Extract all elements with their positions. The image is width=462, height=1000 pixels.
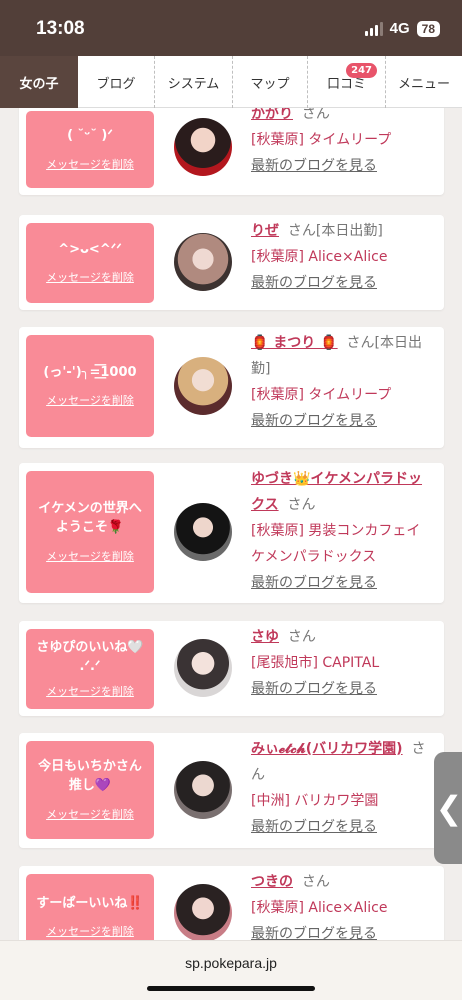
- battery-icon: 78: [416, 20, 440, 37]
- girl-name-link[interactable]: さゆ: [251, 629, 279, 645]
- reviews-count-badge: 247: [346, 63, 377, 78]
- shop-name: [中洲] バリカワ学園: [251, 792, 379, 809]
- girl-name-link[interactable]: りぜ: [251, 223, 279, 239]
- network-type: 4G: [389, 20, 410, 37]
- url-text: sp.pokepara.jp: [185, 955, 277, 971]
- card-info: りぜ さん[本日出勤] [秋葉原] Alice×Alice 最新のブログを見る: [251, 219, 433, 297]
- card-info: かがり さん [秋葉原] タイムリープ 最新のブログを見る: [251, 108, 433, 180]
- delete-message-link[interactable]: メッセージを削除: [46, 548, 134, 564]
- shop-name: [秋葉原] タイムリープ: [251, 386, 392, 403]
- nav-tab-blog[interactable]: ブログ: [78, 56, 155, 108]
- status-bar: 13:08 4G 78: [0, 0, 462, 56]
- list-item: イケメンの世界へようこそ🌹 メッセージを削除 ゆづき👑イケメンパラドックス さん…: [19, 463, 444, 603]
- side-drawer-tab[interactable]: ❮: [434, 752, 462, 864]
- message-box: すーぱーいいね‼️ メッセージを削除: [26, 874, 154, 940]
- shop-name: [秋葉原] タイムリープ: [251, 131, 392, 148]
- list-item: ^>ᴗ<^ᐟᐟ メッセージを削除 りぜ さん[本日出勤] [秋葉原] Alice…: [19, 215, 444, 310]
- card-info: みぃ𝓮𝓽𝓬𝓱(バリカワ学園) さん [中洲] バリカワ学園 最新のブログを見る: [251, 737, 433, 841]
- avatar[interactable]: [174, 118, 232, 176]
- list-item: さゆぴのいいね🤍 .ᐟ.ᐟ メッセージを削除 さゆ さん [尾張旭市] CAPI…: [19, 621, 444, 716]
- list-item: ( ˘ᵕ˘ )ᐟ メッセージを削除 かがり さん [秋葉原] タイムリープ 最新…: [19, 108, 444, 195]
- message-box: 今日もいちかさん推し💜 メッセージを削除: [26, 741, 154, 839]
- nav-tab-map[interactable]: マップ: [233, 56, 308, 108]
- card-info: さゆ さん [尾張旭市] CAPITAL 最新のブログを見る: [251, 625, 433, 703]
- shop-name: [秋葉原] Alice×Alice: [251, 899, 388, 916]
- delete-message-link[interactable]: メッセージを削除: [46, 269, 134, 285]
- list-item: すーぱーいいね‼️ メッセージを削除 つきの さん [秋葉原] Alice×Al…: [19, 866, 444, 940]
- avatar[interactable]: [174, 357, 232, 415]
- status-time: 13:08: [36, 18, 85, 39]
- delete-message-link[interactable]: メッセージを削除: [46, 923, 134, 939]
- list-item: (っ'-')╮=͟͟͞͞1000 メッセージを削除 🏮 まつり 🏮 さん[本日出…: [19, 327, 444, 448]
- browser-url-bar[interactable]: sp.pokepara.jp: [0, 940, 462, 1000]
- latest-blog-link[interactable]: 最新のブログを見る: [251, 571, 433, 597]
- nav-tab-system[interactable]: システム: [155, 56, 233, 108]
- shop-name: [秋葉原] 男装コンカフェイケメンパラドックス: [251, 522, 421, 565]
- signal-icon: [364, 21, 383, 36]
- message-box: ( ˘ᵕ˘ )ᐟ メッセージを削除: [26, 111, 154, 188]
- chevron-left-icon: ❮: [435, 789, 462, 827]
- delete-message-link[interactable]: メッセージを削除: [46, 156, 134, 172]
- status-indicators: 4G 78: [364, 20, 440, 37]
- latest-blog-link[interactable]: 最新のブログを見る: [251, 922, 433, 940]
- avatar[interactable]: [174, 639, 232, 697]
- latest-blog-link[interactable]: 最新のブログを見る: [251, 409, 433, 435]
- message-box: (っ'-')╮=͟͟͞͞1000 メッセージを削除: [26, 335, 154, 437]
- latest-blog-link[interactable]: 最新のブログを見る: [251, 271, 433, 297]
- message-box: イケメンの世界へようこそ🌹 メッセージを削除: [26, 471, 154, 593]
- nav-tab-menu[interactable]: メニュー: [386, 56, 462, 108]
- girl-name-link[interactable]: 🏮 まつり 🏮: [251, 335, 338, 351]
- card-info: つきの さん [秋葉原] Alice×Alice 最新のブログを見る: [251, 870, 433, 940]
- delete-message-link[interactable]: メッセージを削除: [46, 683, 134, 699]
- avatar[interactable]: [174, 884, 232, 940]
- nav-tab-reviews[interactable]: 口コミ 247: [308, 56, 386, 108]
- delete-message-link[interactable]: メッセージを削除: [46, 392, 134, 408]
- message-box: さゆぴのいいね🤍 .ᐟ.ᐟ メッセージを削除: [26, 629, 154, 709]
- shop-name: [尾張旭市] CAPITAL: [251, 654, 380, 671]
- girl-name-link[interactable]: ゆづき👑イケメンパラドックス: [251, 471, 422, 513]
- girl-name-link[interactable]: つきの: [251, 874, 293, 890]
- latest-blog-link[interactable]: 最新のブログを見る: [251, 815, 433, 841]
- card-info: 🏮 まつり 🏮 さん[本日出勤] [秋葉原] タイムリープ 最新のブログを見る: [251, 331, 433, 435]
- latest-blog-link[interactable]: 最新のブログを見る: [251, 677, 433, 703]
- avatar[interactable]: [174, 503, 232, 561]
- girl-name-link[interactable]: かがり: [251, 108, 293, 122]
- girl-name-link[interactable]: みぃ𝓮𝓽𝓬𝓱(バリカワ学園): [251, 741, 403, 757]
- favorite-list: ( ˘ᵕ˘ )ᐟ メッセージを削除 かがり さん [秋葉原] タイムリープ 最新…: [0, 108, 462, 940]
- message-box: ^>ᴗ<^ᐟᐟ メッセージを削除: [26, 223, 154, 303]
- shop-name: [秋葉原] Alice×Alice: [251, 248, 388, 265]
- card-info: ゆづき👑イケメンパラドックス さん [秋葉原] 男装コンカフェイケメンパラドック…: [251, 467, 433, 596]
- avatar[interactable]: [174, 761, 232, 819]
- avatar[interactable]: [174, 233, 232, 291]
- top-nav: 女の子 ブログ システム マップ 口コミ 247 メニュー: [0, 56, 462, 108]
- home-indicator[interactable]: [147, 986, 315, 991]
- latest-blog-link[interactable]: 最新のブログを見る: [251, 154, 433, 180]
- nav-tab-girls[interactable]: 女の子: [0, 56, 78, 108]
- delete-message-link[interactable]: メッセージを削除: [46, 806, 134, 822]
- list-item: 今日もいちかさん推し💜 メッセージを削除 みぃ𝓮𝓽𝓬𝓱(バリカワ学園) さん […: [19, 733, 444, 848]
